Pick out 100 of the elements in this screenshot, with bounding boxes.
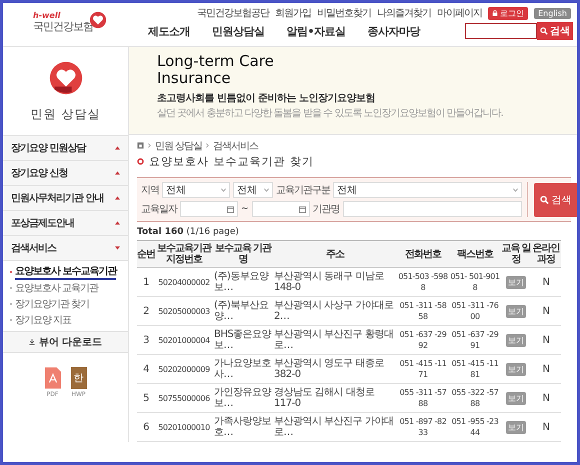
lock-icon	[492, 10, 498, 16]
date-separator: ~	[241, 204, 249, 214]
calendar-icon[interactable]	[227, 206, 234, 212]
chevron-down-icon	[221, 188, 226, 192]
column-header: 온라인 과정	[531, 240, 561, 268]
column-header: 보수교육기관 지정번호	[155, 240, 213, 268]
table-cell: (주)북부산요양…	[213, 296, 273, 326]
table-cell: 051 -311 -5858	[397, 296, 449, 326]
breadcrumb-link[interactable]: 민원 상담실	[155, 138, 202, 152]
table-cell: 부산광역시 영도구 태종로 382-0	[273, 354, 397, 384]
table-cell: 50201000004	[155, 326, 213, 354]
viewer-download-title: 뷰어 다운로드	[38, 336, 102, 349]
institution-name-label: 기관명	[312, 203, 340, 216]
page-title: 요양보호사 보수교육기관 찾기	[149, 154, 314, 169]
home-icon[interactable]	[137, 142, 144, 149]
table-cell: N	[531, 354, 561, 384]
table-cell: 051 -897 -8233	[397, 412, 449, 442]
column-header: 순번	[137, 240, 155, 268]
chevron-down-icon	[264, 188, 269, 192]
table-cell: N	[531, 384, 561, 412]
top-link[interactable]: 나의즐겨찾기	[377, 6, 432, 20]
table-cell: 051 -637 -2991	[449, 326, 501, 354]
sidebar-item[interactable]: 장기요양 민원상담	[3, 136, 128, 161]
column-header: 전화번호	[397, 240, 449, 268]
table-cell: 051 -955 -2344	[449, 412, 501, 442]
end-date-field[interactable]	[252, 201, 310, 217]
sidebar-subitem[interactable]: 장기요양기관 찾기	[15, 297, 90, 311]
table-cell: 051 -415 -1181	[449, 354, 501, 384]
sidebar-item[interactable]: 민원사무처리기관 안내	[3, 186, 128, 211]
table-cell: 051 -637 -2992	[397, 326, 449, 354]
search-button[interactable]: 검색	[537, 22, 573, 40]
table-cell: 경상남도 김해시 대청로 117-0	[273, 384, 397, 412]
logo-brand: h-well	[33, 11, 62, 20]
table-cell: 051-503 -5988	[397, 268, 449, 296]
column-header: 교육 일정	[501, 240, 531, 268]
start-date-field[interactable]	[180, 201, 238, 217]
ring-icon	[137, 158, 144, 165]
login-button[interactable]: 로그인	[488, 6, 528, 20]
table-cell: 5	[137, 384, 155, 412]
table-cell: 2	[137, 296, 155, 326]
sidebar-subitem[interactable]: 요양보호사 보수교육기관	[15, 264, 116, 280]
sidebar-subitem[interactable]: 요양보호사 교육기관	[15, 281, 98, 295]
region-label: 지역	[141, 184, 159, 197]
search-field[interactable]	[465, 23, 537, 39]
table-cell: 50755000006	[155, 384, 213, 412]
chevron-icon	[148, 143, 151, 148]
column-header: 주소	[273, 240, 397, 268]
sidebar-item[interactable]: 장기요양 신청	[3, 161, 128, 186]
banner-description: 살던 곳에서 충분하고 다양한 돌봄을 받을 수 있도록 노인장기요양보험이 만들어갑니다.	[157, 107, 504, 120]
table-cell: 가족사랑양보호…	[213, 412, 273, 442]
institution-name-field[interactable]	[342, 201, 522, 217]
nav-menu-item[interactable]: 제도소개	[148, 24, 190, 38]
column-header: 보수교육 기관명	[213, 240, 273, 268]
table-cell: 6	[137, 412, 155, 442]
table-cell: 가나요양보호사…	[213, 354, 273, 384]
top-link[interactable]: 회원가입	[275, 6, 312, 20]
table-cell: (주)동부요양보…	[213, 268, 273, 296]
nav-menu-item[interactable]: 알림•자료실	[286, 24, 346, 38]
pdf-file-icon[interactable]	[44, 367, 60, 389]
table-cell: N	[531, 412, 561, 442]
table-cell: 055 -322 -5788	[449, 384, 501, 412]
sidebar-item[interactable]: 포상금제도안내	[3, 211, 128, 236]
date-label: 교육일자	[141, 203, 177, 216]
breadcrumb-link[interactable]: 검색서비스	[213, 138, 258, 152]
search-icon	[540, 27, 548, 35]
table-cell: 055 -311 -5788	[397, 384, 449, 412]
table-cell: N	[531, 326, 561, 354]
banner-subtitle: 초고령사회를 빈틈없이 준비하는 노인장기요양보험	[157, 92, 376, 105]
search-icon	[540, 194, 549, 204]
table-cell: 부산광역시 사상구 가야대로 2…	[273, 296, 397, 326]
institution-type-select[interactable]: 전체	[333, 182, 522, 198]
table-cell: 부산광역시 동래구 미남로 148-0	[273, 268, 397, 296]
top-link[interactable]: 비밀번호찾기	[317, 6, 372, 20]
institution-type-label: 교육기관구분	[276, 184, 330, 197]
table-cell: 3	[137, 326, 155, 354]
table-cell: 50204000002	[155, 268, 213, 296]
table-cell: 1	[137, 268, 155, 296]
nav-menu-item[interactable]: 민원상담실	[212, 24, 264, 38]
table-cell: 부산광역시 부산진구 가야대로…	[273, 412, 397, 442]
table-cell: 051 -311 -7600	[449, 296, 501, 326]
table-cell: BHS좋은요양보…	[213, 326, 273, 354]
banner-heading: Long-term Care Insurance	[157, 53, 275, 87]
search-button[interactable]: 검색	[534, 182, 577, 216]
top-link[interactable]: 국민건강보험공단	[197, 6, 270, 20]
table-cell: 부산광역시 부산진구 황령대로…	[273, 326, 397, 354]
table-cell: N	[531, 296, 561, 326]
total-count: Total 160 (1/16 page)	[137, 227, 240, 237]
hwp-file-icon[interactable]: 한	[70, 367, 86, 389]
region-select[interactable]: 전체	[162, 182, 230, 198]
column-header: 팩스번호	[449, 240, 501, 268]
calendar-icon[interactable]	[298, 206, 306, 212]
nav-menu-item[interactable]: 종사자마당	[368, 24, 420, 38]
top-link[interactable]: 마이페이지	[437, 6, 482, 20]
chevron-icon	[206, 143, 210, 148]
logo-name: 국민건강보험	[33, 20, 93, 33]
section-title: 민원 상담실	[30, 106, 100, 122]
district-select[interactable]: 전체	[233, 182, 273, 198]
sidebar-subitem[interactable]: 장기요양 지표	[15, 313, 72, 327]
chevron-down-icon	[512, 188, 518, 192]
download-icon	[28, 339, 35, 345]
